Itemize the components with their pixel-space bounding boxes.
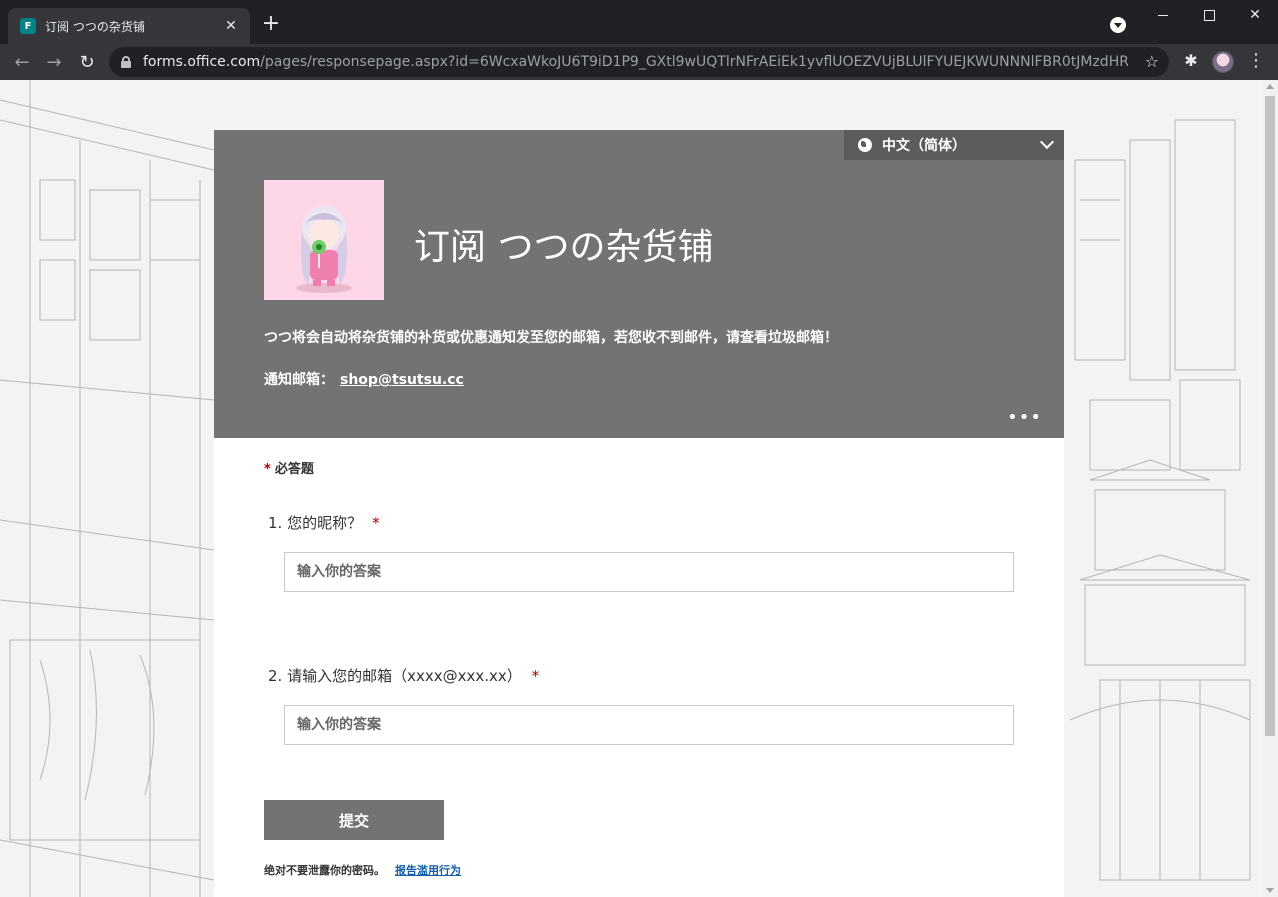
footer-note: 绝对不要泄露你的密码。 报告滥用行为 bbox=[264, 862, 461, 878]
reload-button[interactable]: ↻ bbox=[73, 48, 101, 76]
form-description: つつ将会自动将杂货铺的补货或优惠通知发至您的邮箱，若您收不到邮件，请查看垃圾邮箱… bbox=[264, 330, 838, 346]
window-maximize-button[interactable] bbox=[1186, 0, 1232, 30]
url-text[interactable]: forms.office.com/pages/responsepage.aspx… bbox=[143, 54, 1128, 70]
page-scrollbar[interactable] bbox=[1262, 80, 1278, 897]
more-options-icon[interactable]: ••• bbox=[1007, 409, 1042, 427]
language-label: 中文（简体） bbox=[882, 138, 966, 154]
tab-title: 订阅 つつの杂货铺 bbox=[45, 19, 145, 34]
form-header: 中文（简体） 订阅 つつの杂货铺 つつ将会自动将杂货铺的补货或优惠通知发至您的邮… bbox=[214, 130, 1064, 438]
browser-tabstrip: F 订阅 つつの杂货铺 ✕ + ✕ bbox=[0, 0, 1278, 44]
language-select[interactable]: 中文（简体） bbox=[844, 130, 1064, 160]
globe-icon bbox=[858, 138, 872, 152]
scrollbar-thumb[interactable] bbox=[1265, 96, 1275, 736]
browser-menu-icon[interactable]: ⋮ bbox=[1246, 50, 1266, 71]
email-input[interactable] bbox=[284, 705, 1014, 745]
form-card: 中文（简体） 订阅 つつの杂货铺 つつ将会自动将杂货铺的补货或优惠通知发至您的邮… bbox=[214, 130, 1064, 897]
form-title: 订阅 つつの杂货铺 bbox=[414, 227, 714, 268]
nickname-input[interactable] bbox=[284, 552, 1014, 592]
notify-label: 通知邮箱： bbox=[264, 372, 334, 388]
browser-toolbar: ← → ↻ forms.office.com/pages/responsepag… bbox=[0, 44, 1278, 80]
tab-search-icon[interactable] bbox=[1110, 17, 1126, 33]
back-button[interactable]: ← bbox=[8, 48, 36, 76]
lock-icon[interactable] bbox=[121, 56, 131, 68]
required-note: * 必答题 bbox=[264, 458, 314, 477]
submit-button[interactable]: 提交 bbox=[264, 800, 444, 840]
forms-favicon-icon: F bbox=[20, 18, 36, 34]
window-minimize-button[interactable] bbox=[1140, 0, 1186, 30]
bookmark-star-icon[interactable]: ☆ bbox=[1145, 52, 1159, 71]
tab-close-icon[interactable]: ✕ bbox=[222, 17, 240, 35]
question-2-label: 2. 请输入您的邮箱（xxxx@xxx.xx） * bbox=[268, 665, 539, 686]
notify-email-link[interactable]: shop@tsutsu.cc bbox=[340, 372, 464, 388]
scroll-up-arrow-icon[interactable] bbox=[1266, 84, 1274, 89]
question-1-text: 1. 您的昵称？ bbox=[268, 514, 363, 532]
address-bar[interactable]: forms.office.com/pages/responsepage.aspx… bbox=[109, 47, 1169, 77]
forward-button[interactable]: → bbox=[40, 48, 68, 76]
required-label: 必答题 bbox=[274, 462, 314, 477]
question-1-label: 1. 您的昵称？ * bbox=[268, 512, 380, 533]
window-close-button[interactable]: ✕ bbox=[1232, 0, 1278, 30]
extensions-icon[interactable]: ✱ bbox=[1180, 51, 1202, 73]
question-2-text: 2. 请输入您的邮箱（xxxx@xxx.xx） bbox=[268, 667, 522, 685]
page-viewport: 中文（简体） 订阅 つつの杂货铺 つつ将会自动将杂货铺的补货或优惠通知发至您的邮… bbox=[0, 80, 1278, 897]
question-1-required-star: * bbox=[372, 514, 380, 532]
profile-avatar[interactable] bbox=[1212, 51, 1234, 73]
required-star: * bbox=[264, 462, 271, 477]
new-tab-button[interactable]: + bbox=[259, 13, 283, 37]
question-2-required-star: * bbox=[531, 667, 540, 685]
password-warning: 绝对不要泄露你的密码。 bbox=[264, 864, 385, 877]
chevron-down-icon bbox=[1039, 134, 1055, 150]
form-logo-image bbox=[264, 180, 384, 300]
browser-tab[interactable]: F 订阅 つつの杂货铺 ✕ bbox=[8, 8, 250, 44]
notify-line: 通知邮箱： shop@tsutsu.cc bbox=[264, 369, 464, 389]
report-abuse-link[interactable]: 报告滥用行为 bbox=[395, 864, 461, 877]
scroll-down-arrow-icon[interactable] bbox=[1266, 888, 1274, 893]
